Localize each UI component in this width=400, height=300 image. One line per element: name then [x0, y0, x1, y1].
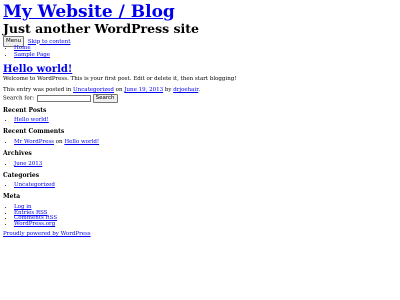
search-input[interactable] — [36, 95, 91, 102]
search-form: Search for: Search — [3, 94, 118, 103]
recent-comments-list: Mr WordPress on Hello world! — [5, 139, 99, 146]
category-item: Uncategorized — [14, 182, 55, 189]
search-button[interactable]: Search — [92, 94, 118, 103]
recent-posts-list: Hello world! — [5, 117, 49, 124]
recent-post-link[interactable]: Hello world! — [14, 117, 49, 123]
post-content: Welcome to WordPress. This is your first… — [3, 76, 237, 82]
post-meta-prefix: This entry was posted in — [3, 87, 74, 93]
post-title[interactable]: Hello world! — [3, 64, 72, 76]
post-title-link[interactable]: Hello world! — [3, 64, 72, 75]
nav-item-home: Home — [14, 45, 50, 52]
meta-heading: Meta — [3, 193, 21, 200]
nav-link-sample-page[interactable]: Sample Page — [14, 52, 50, 58]
recent-comments-heading: Recent Comments — [3, 128, 65, 135]
recent-comment-on: on — [53, 139, 65, 145]
post-author-link[interactable]: drjoehair — [173, 87, 198, 93]
meta-list: Log in Entries RSS Comments RSS WordPres… — [5, 204, 57, 228]
site-description: Just another WordPress site — [3, 21, 200, 36]
search-label: Search for: — [3, 95, 35, 102]
site-title[interactable]: My Website / Blog — [3, 2, 175, 22]
nav-menu: Home Sample Page — [5, 45, 50, 59]
archive-item: June 2013 — [14, 161, 42, 168]
site-title-link[interactable]: My Website / Blog — [3, 2, 175, 22]
nav-link-home[interactable]: Home — [14, 45, 31, 51]
post-meta-end: . — [198, 87, 200, 93]
powered-by-link[interactable]: Proudly powered by WordPress — [3, 231, 91, 237]
post-meta-on: on — [113, 87, 125, 93]
recent-post-item: Hello world! — [14, 117, 49, 124]
archives-list: June 2013 — [5, 161, 42, 168]
post-meta-by: by — [163, 87, 174, 93]
categories-heading: Categories — [3, 172, 40, 179]
categories-list: Uncategorized — [5, 182, 55, 189]
site-footer: Proudly powered by WordPress — [3, 231, 91, 238]
archive-link[interactable]: June 2013 — [14, 161, 42, 167]
nav-item-sample-page: Sample Page — [14, 52, 50, 59]
skip-to-content-link[interactable]: Skip to content — [28, 39, 71, 45]
recent-posts-heading: Recent Posts — [3, 107, 47, 114]
commented-post-link[interactable]: Hello world! — [64, 139, 99, 145]
meta-item-wordpress-org: WordPress.org — [14, 221, 57, 228]
post-date-link[interactable]: June 19, 2013 — [124, 87, 163, 93]
post-meta: This entry was posted in Uncategorized o… — [3, 87, 200, 94]
archives-heading: Archives — [3, 150, 32, 157]
wordpress-org-link[interactable]: WordPress.org — [14, 221, 55, 227]
post-category-link[interactable]: Uncategorized — [73, 87, 114, 93]
recent-comment-item: Mr WordPress on Hello world! — [14, 139, 99, 146]
commenter-link[interactable]: Mr WordPress — [14, 139, 54, 145]
category-link[interactable]: Uncategorized — [14, 182, 55, 188]
